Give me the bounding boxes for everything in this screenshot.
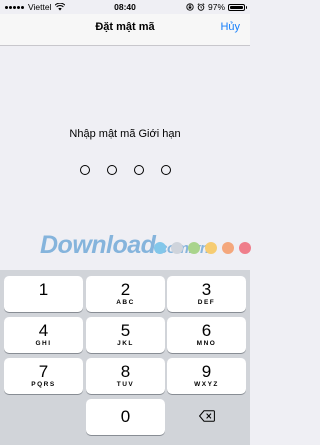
key-2[interactable]: 2 ABC [86, 276, 165, 312]
delete-key[interactable] [167, 399, 246, 435]
battery-percent: 97% [207, 2, 225, 12]
cancel-button[interactable]: Hủy [220, 21, 240, 33]
passcode-prompt: Nhập mật mã Giới hạn [69, 128, 181, 140]
alarm-icon [197, 3, 205, 11]
watermark-dots [154, 242, 251, 254]
key-6[interactable]: 6 MNO [167, 317, 246, 353]
watermark-color-dot [188, 242, 200, 254]
passcode-dot [133, 165, 144, 175]
key-3[interactable]: 3 DEF [167, 276, 246, 312]
watermark-color-dot [171, 242, 183, 254]
status-right: 97% [186, 0, 247, 14]
navigation-bar: Đặt mật mã Hủy [0, 14, 250, 46]
numeric-keypad: 1 2 ABC 3 DEF 4 GHI 5 JKL 6 MNO 7 PQRS 8 TUV 9W… [0, 270, 250, 445]
key-7[interactable]: 7 PQRS [4, 358, 83, 394]
watermark-color-dot [205, 242, 217, 254]
passcode-dot [106, 165, 117, 175]
battery-fill [230, 5, 243, 9]
battery-icon [228, 3, 247, 11]
watermark-color-dot [239, 242, 251, 254]
key-4[interactable]: 4 GHI [4, 317, 83, 353]
watermark-color-dot [222, 242, 234, 254]
backspace-icon [199, 410, 215, 422]
passcode-dots [0, 165, 250, 175]
key-0[interactable]: 0 [86, 399, 165, 435]
status-bar: Viettel 08:40 97% [0, 0, 250, 14]
key-1[interactable]: 1 [4, 276, 83, 312]
watermark-color-dot [154, 242, 166, 254]
key-8[interactable]: 8 TUV [86, 358, 165, 394]
screen-rotation-lock-icon [186, 3, 194, 11]
watermark-text: Download [40, 231, 156, 259]
passcode-dot [79, 165, 90, 175]
passcode-dot [160, 165, 171, 175]
page-title: Đặt mật mã [95, 21, 155, 33]
key-9[interactable]: 9 WXYZ [167, 358, 246, 394]
key-5[interactable]: 5 JKL [86, 317, 165, 353]
